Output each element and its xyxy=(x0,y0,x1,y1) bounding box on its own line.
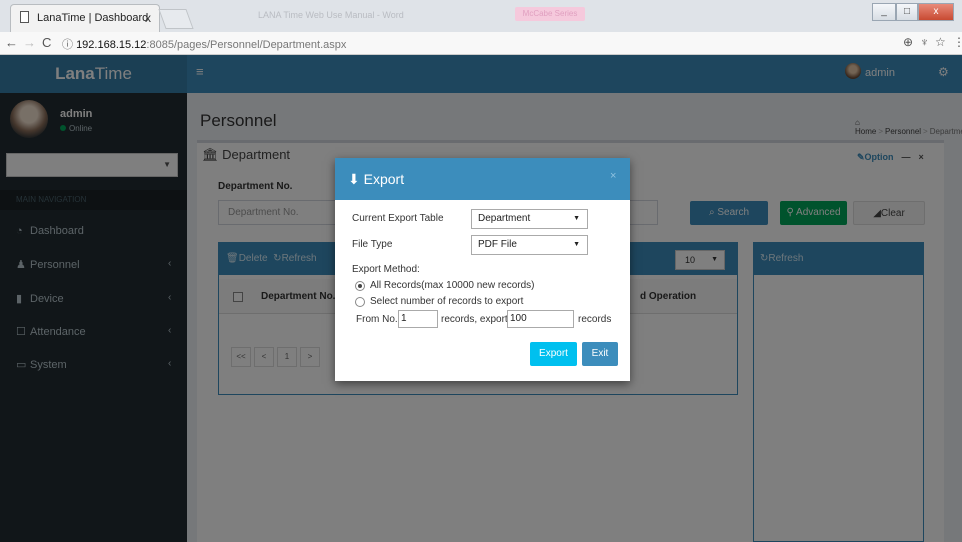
export-table-value: Department xyxy=(478,213,531,224)
extension-icon[interactable]: ♆ xyxy=(920,35,929,49)
caret-down-icon: ▼ xyxy=(573,215,580,222)
back-icon[interactable]: ← xyxy=(5,35,18,50)
info-icon: ⓘ xyxy=(62,39,73,51)
menu-dots-icon[interactable]: ⋮ xyxy=(953,35,962,49)
window-close-icon[interactable]: x xyxy=(918,3,954,21)
maximize-icon[interactable]: □ xyxy=(896,3,918,21)
radio-select-number[interactable] xyxy=(355,297,365,307)
minimize-icon[interactable]: _ xyxy=(872,3,896,21)
reload-icon[interactable]: C xyxy=(42,35,51,50)
caret-down-icon: ▼ xyxy=(573,241,580,248)
zoom-icon[interactable]: ⊕ xyxy=(903,35,913,49)
url-path: :8085/pages/Personnel/Department.aspx xyxy=(146,39,347,51)
file-type-select[interactable]: PDF File ▼ xyxy=(471,235,588,255)
file-type-value: PDF File xyxy=(478,239,517,250)
forward-icon[interactable]: → xyxy=(23,35,36,50)
modal-title-text: Export xyxy=(363,171,405,187)
download-icon: ⬇ xyxy=(348,171,364,187)
modal-close-icon[interactable]: × xyxy=(610,170,616,182)
url-host: 192.168.15.12 xyxy=(76,39,147,51)
from-no-label: From No. xyxy=(356,314,398,325)
window-title: LANA Time Web Use Manual - Word xyxy=(258,10,404,20)
modal-title: ⬇ Export xyxy=(348,171,404,188)
exit-button[interactable]: Exit xyxy=(582,342,618,366)
radio-all-records-label: All Records(max 10000 new records) xyxy=(370,280,535,291)
from-no-input[interactable]: 1 xyxy=(398,310,438,328)
address-bar: ← → C ⓘ 192.168.15.12:8085/pages/Personn… xyxy=(0,32,962,55)
export-table-label: Current Export Table xyxy=(352,213,444,224)
page-icon xyxy=(20,11,29,23)
export-button[interactable]: Export xyxy=(530,342,577,366)
file-type-label: File Type xyxy=(352,239,393,250)
export-method-label: Export Method: xyxy=(352,264,420,275)
export-total-input[interactable]: 100 xyxy=(507,310,574,328)
window-title-badge: McCabe Series xyxy=(515,7,585,21)
radio-all-records[interactable] xyxy=(355,281,365,291)
records-label: records xyxy=(578,314,612,325)
tab-close-icon[interactable]: x xyxy=(145,11,151,25)
bookmark-star-icon[interactable]: ☆ xyxy=(935,35,946,49)
tab-title: LanaTime | Dashboard xyxy=(37,12,149,24)
browser-tab[interactable]: LanaTime | Dashboard x xyxy=(10,4,160,32)
export-table-select[interactable]: Department ▼ xyxy=(471,209,588,229)
radio-select-number-label: Select number of records to export xyxy=(370,296,524,307)
url-field[interactable]: ⓘ 192.168.15.12:8085/pages/Personnel/Dep… xyxy=(62,36,346,52)
